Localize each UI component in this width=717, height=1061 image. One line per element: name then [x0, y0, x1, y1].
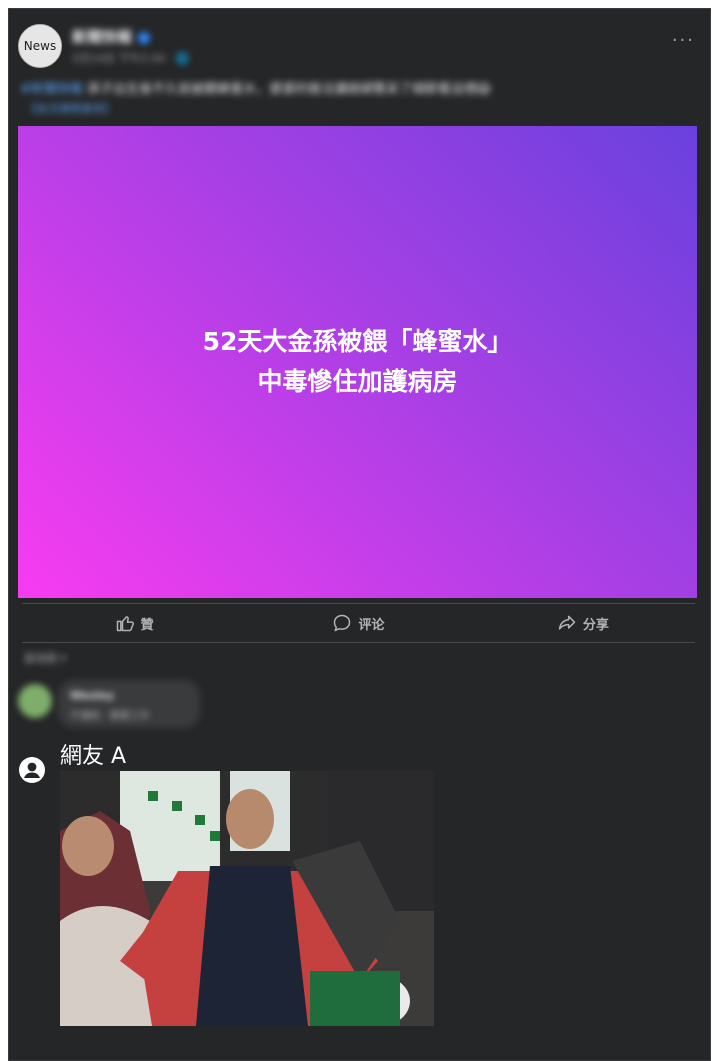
hashtag-link[interactable]: #新聞快報 [20, 82, 83, 97]
hero-line-1: 52天大金孫被餵「蜂蜜水」 [202, 327, 513, 356]
divider [22, 642, 695, 643]
page-avatar[interactable]: News [18, 24, 62, 68]
comment-author[interactable]: Wesley [70, 689, 114, 702]
post-caption: #新聞快報 孫子出生後不久就被餵蜂蜜水，婆婆的做法讓媳婦驚呆了細節看這裡😱 [20, 78, 491, 97]
user-avatar-icon[interactable] [19, 757, 45, 783]
hero-line-2: 中毒慘住加護病房 [257, 367, 458, 396]
like-button[interactable]: 贊 [22, 606, 246, 640]
like-label: 贊 [140, 617, 154, 633]
comment-avatar[interactable] [18, 684, 52, 718]
post-sub-link[interactable]: 【全文請見留言】 [26, 100, 114, 116]
comment-button[interactable]: 评论 [246, 606, 470, 640]
page-name[interactable]: 新聞快報 [72, 26, 151, 47]
action-bar: 贊 评论 分享 [22, 606, 695, 640]
more-dots-icon[interactable]: ··· [672, 30, 695, 51]
post-caption-text: 孫子出生後不久就被餵蜂蜜水，婆婆的做法讓媳婦驚呆了細節看這裡😱 [87, 82, 491, 97]
thumbs-up-icon [116, 616, 134, 632]
post-image[interactable]: 52天大金孫被餵「蜂蜜水」 中毒慘住加護病房 [18, 126, 697, 598]
verified-badge-icon [138, 31, 151, 44]
divider [22, 603, 695, 604]
comment-text: 不懂耗 · 寶寶工作 [70, 711, 150, 722]
share-button[interactable]: 分享 [471, 606, 695, 640]
comment-bubble-icon [334, 614, 351, 632]
comment-author[interactable]: 網友 A [60, 738, 126, 770]
share-label: 分享 [582, 617, 609, 633]
hero-headline: 52天大金孫被餵「蜂蜜水」 中毒慘住加護病房 [203, 322, 513, 402]
meme-photo[interactable] [60, 771, 434, 1026]
comment-label: 评论 [358, 617, 385, 633]
share-arrow-icon [558, 615, 576, 630]
post-timestamp[interactable]: 5月14日 下午2:44 · 🌐 [72, 50, 189, 66]
comment-sort-dropdown[interactable]: 最相關 ▾ [24, 650, 66, 666]
post-header: News 新聞快報 5月14日 下午2:44 · 🌐 ··· #新聞快報 孫子出… [8, 12, 709, 115]
